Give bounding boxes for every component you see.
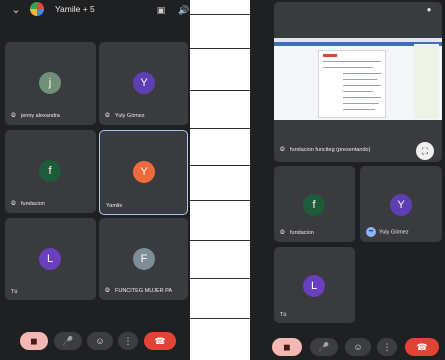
participant-name: jenny alexandra [21, 113, 60, 119]
participant-label: Tú [11, 289, 17, 295]
avatar: L [39, 248, 61, 270]
pin-icon[interactable]: ● [424, 5, 434, 15]
participant-tile-funciteg[interactable]: F ⨷ FUNCITEG MUJER PA [99, 218, 188, 300]
fullscreen-icon[interactable]: ⛶ [416, 142, 434, 160]
more-vert-icon: ⋮ [382, 342, 392, 352]
participant-label: ⨷ Yuly Gómez [105, 113, 145, 120]
camera-off-icon: ◼ [30, 336, 38, 346]
participant-name: Yamile [106, 203, 123, 209]
doc-line [343, 109, 375, 110]
presenter-label: ⨷ fundacion funciteg (presentando) [280, 147, 370, 154]
avatar: L [303, 275, 325, 297]
end-call-button[interactable]: ☎ [405, 338, 439, 356]
presentation-tile[interactable]: ● ⨷ fundacion funciteg (presentando) ⛶ [274, 2, 442, 162]
camera-switch-icon[interactable]: ▣ [155, 4, 167, 16]
avatar: Y [390, 194, 412, 216]
mic-off-icon: ⨷ [280, 230, 285, 236]
mic-icon: 🎤 [62, 336, 74, 346]
participant-label: Tú [280, 312, 286, 318]
participant-name: Yuly Gómez [115, 113, 145, 119]
participant-label: Yamile [106, 203, 122, 209]
doc-line [343, 103, 379, 104]
meet-header: ⌄ Yamile + 5 ▣ 🔊 [0, 0, 190, 20]
participant-tile-fundacion[interactable]: f ⨷ fundacion [274, 166, 355, 242]
participant-name: Tú [11, 289, 18, 295]
avatar: j [39, 72, 61, 94]
mic-off-icon: ⨷ [280, 147, 285, 153]
doc-line [343, 85, 381, 86]
participant-label: ⨷ FUNCITEG MUJER PA [105, 288, 172, 295]
participant-tile-self[interactable]: L Tú [5, 218, 96, 300]
camera-off-icon: ◼ [283, 342, 291, 352]
mic-icon: 🎤 [318, 342, 330, 352]
end-call-icon: ☎ [416, 342, 428, 352]
participant-label: ⨷ fundacion [11, 201, 45, 208]
participant-name: FUNCITEG MUJER PA [115, 288, 173, 294]
shared-screen-preview [274, 38, 442, 120]
doc-line [343, 73, 381, 74]
more-options-button[interactable]: ⋮ [118, 332, 138, 350]
mic-off-icon: ⨷ [105, 288, 110, 294]
avatar: f [39, 160, 61, 182]
emoji-button[interactable]: ☺ [345, 338, 371, 356]
speaker-icon[interactable]: 🔊 [178, 4, 190, 16]
participant-name: Tú [280, 312, 287, 318]
participant-label: ⨷ fundacion [280, 230, 314, 237]
participant-tile-fundacion[interactable]: f ⨷ fundacion [5, 130, 96, 213]
avatar: Y [133, 161, 155, 183]
avatar: F [133, 248, 155, 270]
speaking-indicator-icon: •• [366, 227, 376, 237]
participant-tile-self[interactable]: L Tú [274, 247, 355, 323]
meeting-title[interactable]: Yamile + 5 [55, 4, 95, 14]
participant-name: Yuly Gómez [379, 229, 409, 236]
participant-label: •• Yuly Gómez [366, 227, 409, 237]
doc-line [323, 61, 381, 62]
end-call-button[interactable]: ☎ [144, 332, 176, 350]
doc-line [343, 79, 377, 80]
right-phone-presentation: ● ⨷ fundacion funciteg (presentando) ⛶ f… [250, 0, 445, 360]
doc-heading-mark [323, 54, 337, 57]
doc-line [323, 67, 373, 68]
emoji-icon: ☺ [353, 342, 363, 352]
mic-off-icon: ⨷ [11, 113, 16, 119]
document-page [318, 50, 386, 118]
participant-name: fundacion [21, 201, 45, 207]
doc-line [343, 91, 373, 92]
participant-tile-jenny[interactable]: j ⨷ jenny alexandra [5, 42, 96, 125]
more-options-button[interactable]: ⋮ [377, 338, 397, 356]
participant-label: ⨷ jenny alexandra [11, 113, 60, 120]
end-call-icon: ☎ [154, 336, 166, 346]
mic-off-icon: ⨷ [11, 201, 16, 207]
mic-button[interactable]: 🎤 [310, 338, 338, 356]
more-vert-icon: ⋮ [123, 336, 133, 346]
emoji-icon: ☺ [95, 336, 105, 346]
mic-off-icon: ⨷ [105, 113, 110, 119]
chevron-down-icon[interactable]: ⌄ [9, 3, 23, 17]
paper-gap [190, 0, 250, 360]
presenter-name: fundacion funciteg (presentando) [290, 147, 371, 153]
participant-tile-yuly[interactable]: Y ⨷ Yuly Gómez [99, 42, 188, 125]
camera-off-button[interactable]: ◼ [272, 338, 302, 356]
meet-logo [30, 2, 44, 16]
mic-button[interactable]: 🎤 [54, 332, 82, 350]
participant-tile-yuly[interactable]: Y •• Yuly Gómez [360, 166, 442, 242]
avatar: Y [133, 72, 155, 94]
participant-tile-yamile[interactable]: Y Yamile [99, 130, 188, 215]
avatar: f [303, 194, 325, 216]
left-phone-meet-grid: ⌄ Yamile + 5 ▣ 🔊 j ⨷ jenny alexandra Y ⨷ Y… [0, 0, 190, 360]
right-screen: ● ⨷ fundacion funciteg (presentando) ⛶ f… [272, 0, 445, 360]
emoji-button[interactable]: ☺ [87, 332, 113, 350]
doc-line [343, 97, 381, 98]
participant-name: fundacion [290, 230, 314, 236]
side-panel [414, 44, 439, 119]
camera-off-button[interactable]: ◼ [20, 332, 48, 350]
